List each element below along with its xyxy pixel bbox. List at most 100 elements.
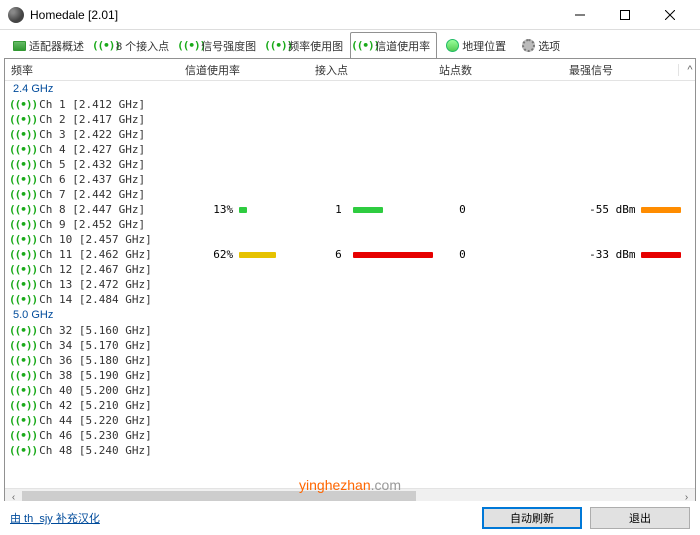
table-header: 频率 信道使用率 接入点 站点数 最强信号 ^ xyxy=(5,59,695,81)
table-row[interactable]: ((•))Ch 40 [5.200 GHz] xyxy=(5,383,695,398)
tab-geolocation[interactable]: 地理位置 xyxy=(437,32,513,58)
section-2-4ghz: 2.4 GHz xyxy=(5,81,695,97)
adapter-icon xyxy=(11,40,27,52)
signal-icon: ((•)) xyxy=(9,414,37,427)
table-row[interactable]: ((•))Ch 4 [2.427 GHz] xyxy=(5,142,695,157)
signal-icon: ((•)) xyxy=(9,324,37,337)
auto-refresh-button[interactable]: 自动刷新 xyxy=(482,507,582,529)
cell-channel: Ch 46 [5.230 GHz] xyxy=(39,429,205,442)
signal-icon: ((•)) xyxy=(9,98,37,111)
tab-adapter-overview[interactable]: 适配器概述 xyxy=(4,32,91,58)
signal-icon: ((•)) xyxy=(357,40,373,52)
table-row[interactable]: ((•))Ch 48 [5.240 GHz] xyxy=(5,443,695,458)
translator-link[interactable]: 由 th_sjy 补充汉化 xyxy=(10,510,100,526)
cell-stations: 0 xyxy=(459,248,589,261)
cell-channel: Ch 48 [5.240 GHz] xyxy=(39,444,205,457)
table-row[interactable]: ((•))Ch 12 [2.467 GHz] xyxy=(5,262,695,277)
signal-icon: ((•)) xyxy=(9,113,37,126)
table-row[interactable]: ((•))Ch 9 [2.452 GHz] xyxy=(5,217,695,232)
signal-icon: ((•)) xyxy=(9,339,37,352)
exit-button[interactable]: 退出 xyxy=(590,507,690,529)
tab-label: 信道使用率 xyxy=(375,38,430,54)
cell-usage: 13% xyxy=(205,203,335,216)
table-body: 2.4 GHz ((•))Ch 1 [2.412 GHz]((•))Ch 2 [… xyxy=(5,81,695,489)
col-frequency[interactable]: 频率 xyxy=(5,62,179,78)
col-usage[interactable]: 信道使用率 xyxy=(179,62,309,78)
cell-channel: Ch 1 [2.412 GHz] xyxy=(39,98,205,111)
tab-access-points[interactable]: ((•))8 个接入点 xyxy=(91,32,176,58)
table-row[interactable]: ((•))Ch 10 [2.457 GHz] xyxy=(5,232,695,247)
tab-channel-usage[interactable]: ((•))信道使用率 xyxy=(350,32,437,58)
cell-access-points: 1 xyxy=(335,203,459,216)
signal-icon: ((•)) xyxy=(9,203,37,216)
signal-icon: ((•)) xyxy=(9,354,37,367)
minimize-button[interactable] xyxy=(557,0,602,30)
table-row[interactable]: ((•))Ch 8 [2.447 GHz]13%10-55 dBm xyxy=(5,202,695,217)
signal-icon: ((•)) xyxy=(9,293,37,306)
cell-channel: Ch 9 [2.452 GHz] xyxy=(39,218,205,231)
table-row[interactable]: ((•))Ch 13 [2.472 GHz] xyxy=(5,277,695,292)
signal-icon: ((•)) xyxy=(9,218,37,231)
table-row[interactable]: ((•))Ch 1 [2.412 GHz] xyxy=(5,97,695,112)
signal-icon: ((•)) xyxy=(9,128,37,141)
table-row[interactable]: ((•))Ch 3 [2.422 GHz] xyxy=(5,127,695,142)
table-row[interactable]: ((•))Ch 34 [5.170 GHz] xyxy=(5,338,695,353)
signal-icon: ((•)) xyxy=(9,278,37,291)
cell-usage: 62% xyxy=(205,248,335,261)
tab-bar: 适配器概述 ((•))8 个接入点 ((•))信号强度图 ((•))频率使用图 … xyxy=(0,30,700,58)
cell-channel: Ch 12 [2.467 GHz] xyxy=(39,263,205,276)
cell-channel: Ch 7 [2.442 GHz] xyxy=(39,188,205,201)
signal-icon: ((•)) xyxy=(9,233,37,246)
table-row[interactable]: ((•))Ch 11 [2.462 GHz]62%60-33 dBm xyxy=(5,247,695,262)
cell-channel: Ch 34 [5.170 GHz] xyxy=(39,339,205,352)
table-row[interactable]: ((•))Ch 7 [2.442 GHz] xyxy=(5,187,695,202)
tab-label: 适配器概述 xyxy=(29,38,84,54)
tab-signal-strength[interactable]: ((•))信号强度图 xyxy=(176,32,263,58)
table-row[interactable]: ((•))Ch 6 [2.437 GHz] xyxy=(5,172,695,187)
signal-icon: ((•)) xyxy=(9,188,37,201)
cell-channel: Ch 11 [2.462 GHz] xyxy=(39,248,205,261)
signal-icon: ((•)) xyxy=(9,369,37,382)
tab-frequency-usage[interactable]: ((•))频率使用图 xyxy=(263,32,350,58)
table-row[interactable]: ((•))Ch 5 [2.432 GHz] xyxy=(5,157,695,172)
app-icon xyxy=(8,7,24,23)
cell-channel: Ch 44 [5.220 GHz] xyxy=(39,414,205,427)
table-row[interactable]: ((•))Ch 32 [5.160 GHz] xyxy=(5,323,695,338)
table-row[interactable]: ((•))Ch 36 [5.180 GHz] xyxy=(5,353,695,368)
channel-table: 频率 信道使用率 接入点 站点数 最强信号 ^ 2.4 GHz ((•))Ch … xyxy=(4,58,696,506)
signal-icon: ((•)) xyxy=(9,173,37,186)
cell-channel: Ch 32 [5.160 GHz] xyxy=(39,324,205,337)
cell-channel: Ch 8 [2.447 GHz] xyxy=(39,203,205,216)
table-row[interactable]: ((•))Ch 14 [2.484 GHz] xyxy=(5,292,695,307)
tab-label: 频率使用图 xyxy=(288,38,343,54)
tab-label: 地理位置 xyxy=(462,38,506,54)
maximize-button[interactable] xyxy=(602,0,647,30)
tab-options[interactable]: 选项 xyxy=(513,32,567,58)
col-stations[interactable]: 站点数 xyxy=(433,62,563,78)
cell-channel: Ch 36 [5.180 GHz] xyxy=(39,354,205,367)
scroll-up-button[interactable]: ^ xyxy=(678,64,695,76)
table-row[interactable]: ((•))Ch 44 [5.220 GHz] xyxy=(5,413,695,428)
table-row[interactable]: ((•))Ch 2 [2.417 GHz] xyxy=(5,112,695,127)
titlebar[interactable]: Homedale [2.01] xyxy=(0,0,700,30)
close-button[interactable] xyxy=(647,0,692,30)
cell-channel: Ch 42 [5.210 GHz] xyxy=(39,399,205,412)
table-row[interactable]: ((•))Ch 42 [5.210 GHz] xyxy=(5,398,695,413)
col-access-points[interactable]: 接入点 xyxy=(309,62,433,78)
cell-channel: Ch 4 [2.427 GHz] xyxy=(39,143,205,156)
cell-channel: Ch 5 [2.432 GHz] xyxy=(39,158,205,171)
signal-icon: ((•)) xyxy=(183,40,199,52)
signal-icon: ((•)) xyxy=(9,263,37,276)
signal-icon: ((•)) xyxy=(98,40,114,52)
cell-channel: Ch 2 [2.417 GHz] xyxy=(39,113,205,126)
cell-channel: Ch 10 [2.457 GHz] xyxy=(39,233,205,246)
signal-icon: ((•)) xyxy=(9,158,37,171)
table-row[interactable]: ((•))Ch 38 [5.190 GHz] xyxy=(5,368,695,383)
cell-channel: Ch 13 [2.472 GHz] xyxy=(39,278,205,291)
cell-channel: Ch 38 [5.190 GHz] xyxy=(39,369,205,382)
table-row[interactable]: ((•))Ch 46 [5.230 GHz] xyxy=(5,428,695,443)
cell-channel: Ch 6 [2.437 GHz] xyxy=(39,173,205,186)
signal-icon: ((•)) xyxy=(9,429,37,442)
col-strongest-signal[interactable]: 最强信号 xyxy=(563,62,678,78)
cell-channel: Ch 3 [2.422 GHz] xyxy=(39,128,205,141)
